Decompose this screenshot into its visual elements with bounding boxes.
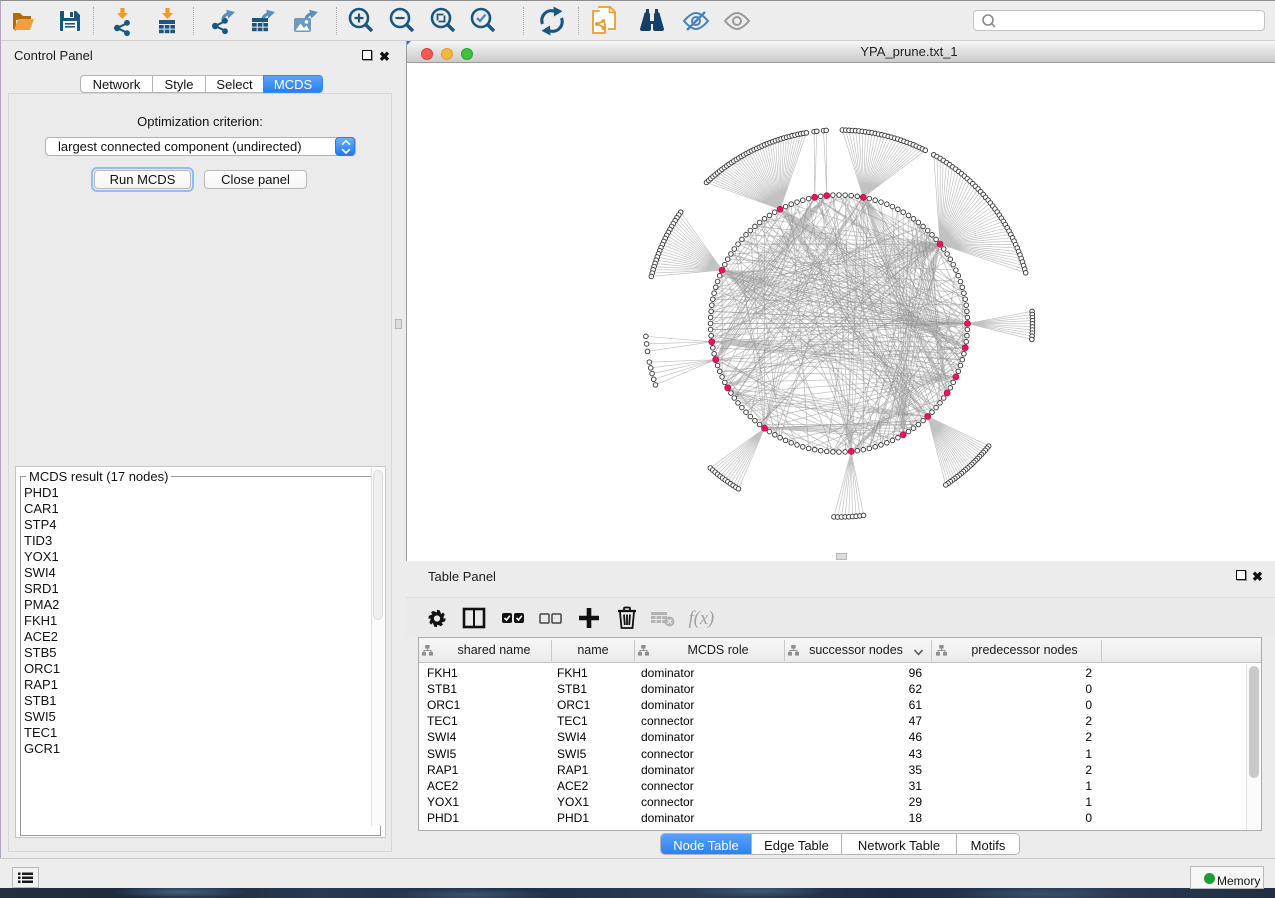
svg-text:f(x): f(x) xyxy=(689,608,715,629)
